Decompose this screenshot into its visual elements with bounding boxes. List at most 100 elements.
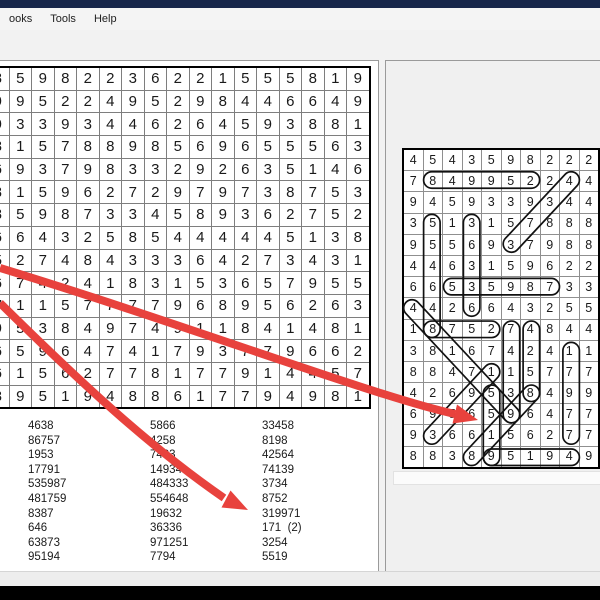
- puzzle-cell[interactable]: 6: [0, 158, 9, 181]
- puzzle-cell[interactable]: 1: [347, 113, 370, 136]
- puzzle-cell[interactable]: 8: [324, 113, 347, 136]
- puzzle-cell[interactable]: 5: [9, 204, 32, 227]
- puzzle-cell[interactable]: 5: [324, 181, 347, 204]
- puzzle-cell[interactable]: 5: [167, 136, 190, 159]
- puzzle-cell[interactable]: 7: [302, 181, 325, 204]
- puzzle-cell[interactable]: 9: [279, 340, 302, 363]
- puzzle-cell[interactable]: 8: [324, 317, 347, 340]
- puzzle-cell[interactable]: 7: [167, 340, 190, 363]
- puzzle-cell[interactable]: 8: [189, 204, 212, 227]
- puzzle-cell[interactable]: 6: [144, 113, 167, 136]
- puzzle-cell[interactable]: 1: [212, 67, 235, 90]
- puzzle-cell[interactable]: 9: [212, 204, 235, 227]
- puzzle-cell[interactable]: 5: [32, 90, 55, 113]
- puzzle-cell[interactable]: 4: [189, 226, 212, 249]
- puzzle-cell[interactable]: 7: [212, 385, 235, 408]
- puzzle-cell[interactable]: 2: [54, 272, 77, 295]
- puzzle-cell[interactable]: 2: [99, 181, 122, 204]
- puzzle-cell[interactable]: 9: [189, 158, 212, 181]
- puzzle-cell[interactable]: 9: [212, 136, 235, 159]
- puzzle-cell[interactable]: 7: [32, 249, 55, 272]
- puzzle-cell[interactable]: 2: [167, 67, 190, 90]
- puzzle-cell[interactable]: 5: [324, 204, 347, 227]
- puzzle-cell[interactable]: 6: [189, 113, 212, 136]
- puzzle-cell[interactable]: 5: [324, 362, 347, 385]
- puzzle-cell[interactable]: 3: [77, 113, 100, 136]
- puzzle-cell[interactable]: 3: [279, 249, 302, 272]
- puzzle-cell[interactable]: 8: [212, 90, 235, 113]
- puzzle-cell[interactable]: 7: [302, 204, 325, 227]
- puzzle-cell[interactable]: 1: [279, 317, 302, 340]
- puzzle-cell[interactable]: 5: [32, 181, 55, 204]
- puzzle-cell[interactable]: 8: [0, 385, 9, 408]
- puzzle-cell[interactable]: 9: [9, 90, 32, 113]
- puzzle-cell[interactable]: 5: [144, 226, 167, 249]
- puzzle-cell[interactable]: 8: [54, 317, 77, 340]
- puzzle-cell[interactable]: 7: [122, 362, 145, 385]
- puzzle-cell[interactable]: 2: [347, 204, 370, 227]
- puzzle-cell[interactable]: 8: [0, 181, 9, 204]
- puzzle-cell[interactable]: 3: [212, 272, 235, 295]
- puzzle-cell[interactable]: 6: [144, 67, 167, 90]
- puzzle-cell[interactable]: 4: [167, 226, 190, 249]
- puzzle-cell[interactable]: 7: [234, 385, 257, 408]
- puzzle-cell[interactable]: 3: [279, 113, 302, 136]
- puzzle-cell[interactable]: 6: [0, 340, 9, 363]
- puzzle-cell[interactable]: 6: [189, 136, 212, 159]
- puzzle-cell[interactable]: 2: [99, 67, 122, 90]
- puzzle-cell[interactable]: 7: [54, 136, 77, 159]
- puzzle-cell[interactable]: 9: [189, 90, 212, 113]
- puzzle-cell[interactable]: 9: [167, 181, 190, 204]
- puzzle-cell[interactable]: 4: [144, 317, 167, 340]
- puzzle-cell[interactable]: 4: [302, 249, 325, 272]
- puzzle-cell[interactable]: 1: [347, 249, 370, 272]
- puzzle-cell[interactable]: 9: [347, 90, 370, 113]
- puzzle-cell[interactable]: 6: [54, 362, 77, 385]
- puzzle-cell[interactable]: 8: [0, 136, 9, 159]
- puzzle-cell[interactable]: 3: [347, 294, 370, 317]
- puzzle-cell[interactable]: 5: [234, 113, 257, 136]
- puzzle-cell[interactable]: 4: [279, 385, 302, 408]
- puzzle-cell[interactable]: 9: [9, 158, 32, 181]
- puzzle-cell[interactable]: 3: [257, 158, 280, 181]
- puzzle-cell[interactable]: 6: [257, 204, 280, 227]
- puzzle-cell[interactable]: 7: [54, 158, 77, 181]
- puzzle-cell[interactable]: 4: [99, 90, 122, 113]
- puzzle-cell[interactable]: 9: [9, 385, 32, 408]
- puzzle-cell[interactable]: 4: [302, 362, 325, 385]
- puzzle-cell[interactable]: 3: [212, 340, 235, 363]
- puzzle-cell[interactable]: 3: [9, 113, 32, 136]
- puzzle-cell[interactable]: 5: [234, 67, 257, 90]
- puzzle-cell[interactable]: 3: [122, 158, 145, 181]
- puzzle-cell[interactable]: 7: [234, 340, 257, 363]
- puzzle-cell[interactable]: 9: [167, 317, 190, 340]
- puzzle-cell[interactable]: 2: [9, 249, 32, 272]
- puzzle-cell[interactable]: 7: [122, 294, 145, 317]
- puzzle-cell[interactable]: 1: [144, 340, 167, 363]
- puzzle-cell[interactable]: 1: [302, 226, 325, 249]
- puzzle-cell[interactable]: 7: [279, 272, 302, 295]
- puzzle-cell[interactable]: 6: [0, 272, 9, 295]
- puzzle-cell[interactable]: 4: [279, 362, 302, 385]
- puzzle-cell[interactable]: 9: [257, 385, 280, 408]
- puzzle-cell[interactable]: 9: [189, 340, 212, 363]
- puzzle-cell[interactable]: 7: [234, 181, 257, 204]
- puzzle-cell[interactable]: 1: [212, 317, 235, 340]
- puzzle-cell[interactable]: 8: [122, 385, 145, 408]
- puzzle-cell[interactable]: 2: [77, 362, 100, 385]
- puzzle-cell[interactable]: 3: [32, 317, 55, 340]
- puzzle-cell[interactable]: 8: [99, 136, 122, 159]
- puzzle-cell[interactable]: 4: [302, 317, 325, 340]
- puzzle-cell[interactable]: 9: [167, 294, 190, 317]
- puzzle-cell[interactable]: 6: [0, 362, 9, 385]
- puzzle-cell[interactable]: 3: [144, 158, 167, 181]
- puzzle-cell[interactable]: 6: [54, 340, 77, 363]
- puzzle-cell[interactable]: 7: [99, 294, 122, 317]
- puzzle-cell[interactable]: 6: [279, 90, 302, 113]
- puzzle-cell[interactable]: 5: [279, 67, 302, 90]
- puzzle-cell[interactable]: 4: [257, 317, 280, 340]
- puzzle-cell[interactable]: 5: [54, 294, 77, 317]
- puzzle-cell[interactable]: 4: [99, 385, 122, 408]
- puzzle-cell[interactable]: 1: [99, 272, 122, 295]
- puzzle-cell[interactable]: 5: [279, 158, 302, 181]
